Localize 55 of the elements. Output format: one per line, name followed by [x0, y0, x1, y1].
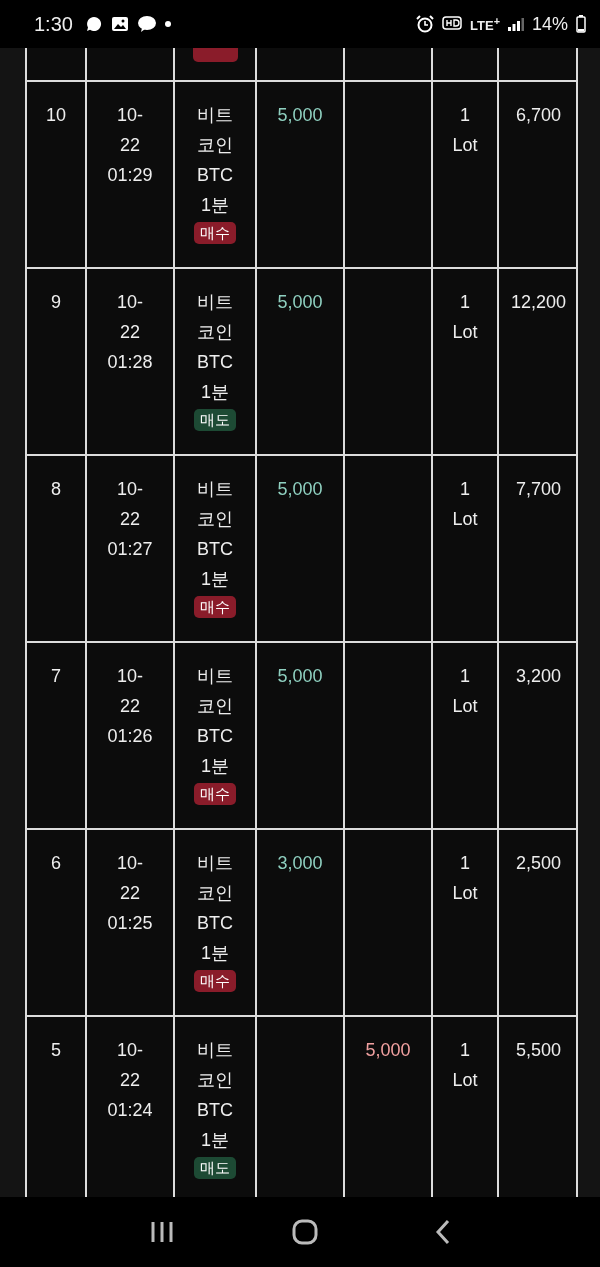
side-tag: 매수 [194, 783, 236, 805]
lot-quantity: 1 Lot [452, 104, 478, 157]
network-type: LTE$^{+}$ [470, 14, 500, 34]
row-number: 8 [51, 478, 61, 501]
lot-quantity: 1 Lot [452, 665, 478, 718]
dot-icon [164, 21, 171, 27]
talk-bubble-icon [136, 15, 157, 33]
image-icon [110, 15, 129, 33]
result-amount: 12,200 [510, 291, 567, 314]
side-tag: 매도 [194, 409, 236, 431]
trade-time: 10- 22 01:26 [107, 665, 153, 748]
asset-name: 비트 코인 BTC 1분 [197, 665, 233, 778]
signal-icon [507, 17, 524, 31]
lot-quantity: 1 Lot [452, 478, 478, 531]
chat-bubble-icon [84, 15, 103, 33]
back-icon[interactable] [435, 1219, 452, 1245]
asset-name: 비트 코인 BTC 1분 [197, 1039, 233, 1152]
side-tag: 매수 [194, 596, 236, 618]
trade-time: 10- 22 01:25 [107, 852, 153, 935]
sell-amount: 5,000 [365, 1039, 411, 1062]
row-number: 9 [51, 291, 61, 314]
lot-quantity: 1 Lot [452, 852, 478, 905]
trade-time: 10- 22 01:29 [107, 104, 153, 187]
row-number: 5 [51, 1039, 61, 1062]
clock-time: 1:30 [34, 12, 73, 36]
lot-quantity: 1 Lot [452, 291, 478, 344]
result-amount: 2,500 [515, 852, 561, 875]
buy-amount: 5,000 [277, 665, 323, 688]
alarm-clock-icon [416, 15, 435, 33]
asset-name: 비트 코인 BTC 1분 [197, 478, 233, 591]
battery-percent: 14% [531, 13, 568, 35]
home-icon[interactable] [292, 1219, 318, 1245]
lot-quantity: 1 Lot [452, 1039, 478, 1092]
row-number: 6 [51, 852, 61, 875]
result-amount: 7,700 [515, 478, 561, 501]
asset-name: 비트 코인 BTC 1분 [197, 291, 233, 404]
side-tag: 매수 [194, 970, 236, 992]
trade-time: 10- 22 01:27 [107, 478, 153, 561]
hd-icon [442, 16, 463, 32]
buy-amount: 5,000 [277, 478, 323, 501]
result-amount: 3,200 [515, 665, 561, 688]
buy-amount: 5,000 [277, 104, 323, 127]
battery-icon [576, 15, 586, 33]
buy-amount: 5,000 [277, 291, 323, 314]
row-number: 7 [51, 665, 61, 688]
side-tag: 매수 [194, 222, 236, 244]
asset-name: 비트 코인 BTC 1분 [197, 104, 233, 217]
asset-name: 비트 코인 BTC 1분 [197, 852, 233, 965]
side-tag: 매도 [194, 1157, 236, 1179]
trade-time: 10- 22 01:24 [107, 1039, 153, 1122]
row-number: 10 [46, 104, 66, 127]
buy-amount: 3,000 [277, 852, 323, 875]
result-amount: 6,700 [515, 104, 561, 127]
trade-time: 10- 22 01:28 [107, 291, 153, 374]
result-amount: 5,500 [515, 1039, 561, 1062]
